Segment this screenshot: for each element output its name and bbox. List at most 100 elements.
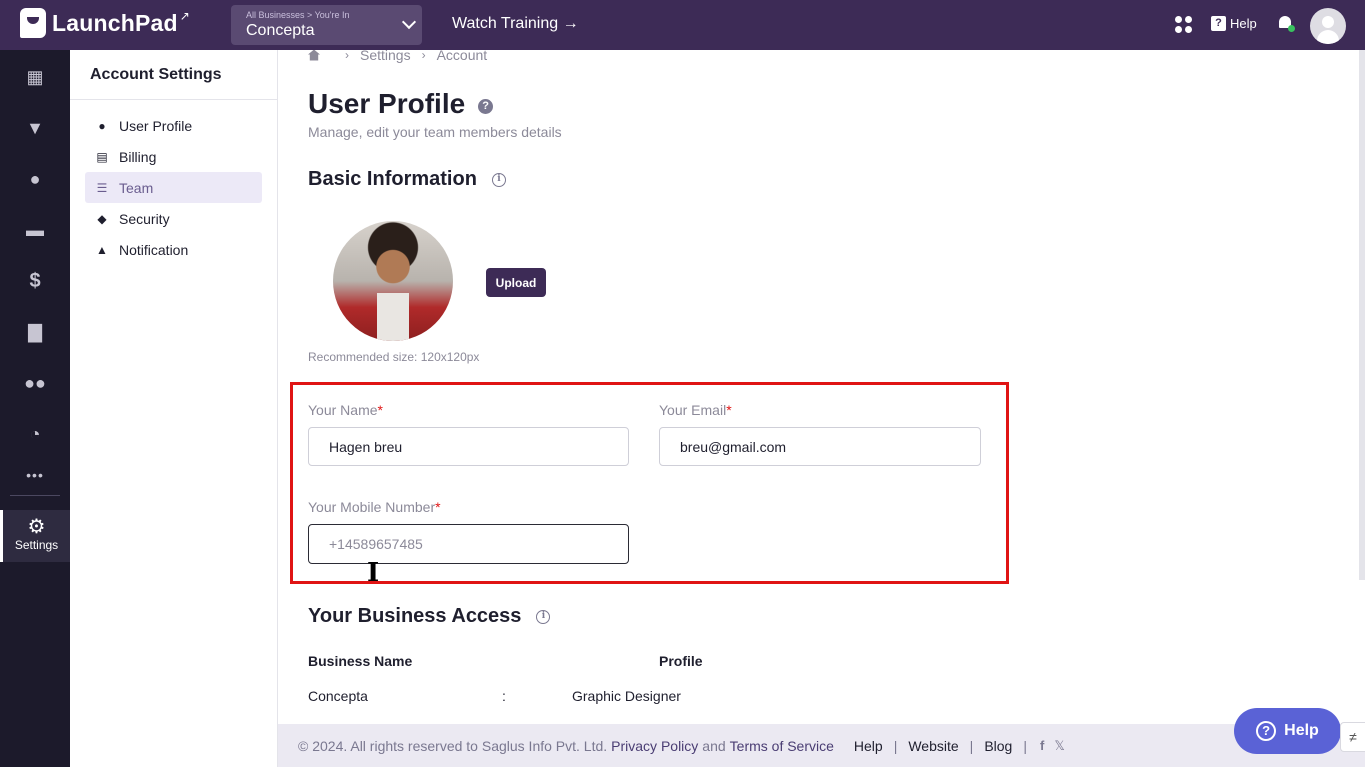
footer-and: and [702, 737, 726, 754]
col-business-name: Business Name [308, 653, 413, 669]
business-selector[interactable]: All Businesses > You're In Concepta [231, 5, 422, 45]
info-icon[interactable]: i [491, 172, 506, 187]
avatar[interactable] [1310, 8, 1346, 44]
business-access-heading: Your Business Access i [308, 605, 551, 628]
account-item-team[interactable]: ☰ Team [85, 172, 262, 203]
help-menu[interactable]: ? Help [1211, 16, 1257, 31]
launchpad-logo[interactable]: LaunchPad ↗ [20, 8, 190, 38]
required-mark: * [435, 499, 441, 515]
help-label: Help [1230, 16, 1257, 31]
brand-name: LaunchPad [52, 9, 178, 36]
main-content: › Settings › Account User Profile ? Mana… [278, 47, 1365, 724]
profile-cell: Graphic Designer [572, 688, 681, 704]
required-mark: * [726, 402, 732, 418]
profile-photo [333, 221, 453, 341]
account-item-user-profile[interactable]: ● User Profile [85, 110, 262, 141]
email-label-text: Your Email [659, 402, 727, 418]
account-item-label: Team [119, 179, 154, 196]
footer-pipe: | [969, 737, 974, 754]
required-mark: * [377, 402, 383, 418]
account-item-label: User Profile [119, 117, 193, 134]
account-item-billing[interactable]: ▤ Billing [85, 141, 262, 172]
notification-bell-icon[interactable] [1277, 14, 1295, 32]
account-item-label: Security [119, 210, 170, 227]
name-label-text: Your Name [308, 402, 378, 418]
footer-pipe: | [1023, 737, 1027, 754]
billing-icon: ▤ [96, 149, 108, 164]
account-settings-panel: Account Settings ● User Profile ▤ Billin… [70, 50, 278, 767]
mobile-label: Your Mobile Number* [308, 499, 441, 515]
business-name-cell: Concepta [308, 688, 368, 704]
gear-icon: ⚙ [27, 516, 46, 538]
account-item-security[interactable]: ◆ Security [85, 203, 262, 234]
page-title: User Profile ? [308, 88, 494, 120]
scrollbar[interactable] [1359, 50, 1365, 580]
dollar-icon[interactable]: $ [0, 256, 70, 306]
help-icon: ? [1211, 16, 1226, 31]
breadcrumb-settings[interactable]: Settings [360, 47, 411, 63]
footer-links: Help | Website | Blog | f 𝕏 [854, 738, 1065, 754]
name-field[interactable] [308, 427, 629, 466]
top-bar: LaunchPad ↗ All Businesses > You're In C… [0, 0, 1365, 50]
help-button[interactable]: ? Help [1234, 708, 1341, 754]
footer-website-link[interactable]: Website [908, 738, 958, 754]
page-subtitle: Manage, edit your team members details [308, 124, 562, 140]
recommended-size-note: Recommended size: 120x120px [308, 350, 480, 364]
col-profile: Profile [659, 653, 703, 669]
footer-help-link[interactable]: Help [854, 738, 883, 754]
team-icon: ☰ [96, 180, 108, 195]
help-circle-icon[interactable]: ? [478, 98, 494, 114]
privacy-policy-link[interactable]: Privacy Policy [611, 738, 698, 754]
footer-blog-link[interactable]: Blog [984, 738, 1012, 754]
footer: © 2024. All rights reserved to Saglus In… [278, 724, 1365, 767]
bell-icon: ▲ [96, 242, 108, 257]
apps-grid-icon[interactable] [1175, 16, 1193, 34]
rail-divider [10, 495, 60, 496]
globe-icon[interactable]: ● [0, 154, 70, 204]
name-label: Your Name* [308, 402, 383, 418]
text-cursor-icon: I [367, 558, 380, 588]
breadcrumb: › Settings › Account [308, 47, 487, 63]
account-item-label: Notification [119, 241, 189, 258]
account-item-label: Billing [119, 148, 157, 165]
users-icon[interactable]: ●● [0, 358, 70, 408]
mobile-number-field[interactable] [308, 524, 629, 564]
more-icon[interactable]: ••• [0, 450, 70, 500]
terms-link[interactable]: Terms of Service [730, 738, 834, 754]
page-title-text: User Profile [308, 88, 466, 119]
video-icon[interactable]: ▬ [0, 205, 70, 255]
basic-info-title: Basic Information [308, 168, 477, 190]
analytics-icon[interactable]: ▇ [0, 307, 70, 357]
breadcrumb-separator: › [421, 48, 426, 62]
x-icon[interactable]: 𝕏 [1054, 738, 1064, 754]
rail-settings[interactable]: ⚙ Settings [0, 510, 70, 562]
divider [70, 99, 277, 100]
email-field[interactable] [659, 427, 981, 466]
business-access-title: Your Business Access [308, 605, 522, 627]
basic-info-heading: Basic Information i [308, 168, 506, 191]
copyright-text: © 2024. All rights reserved to Saglus In… [298, 737, 608, 754]
shield-icon: ◆ [97, 211, 107, 226]
business-name: Concepta [246, 22, 315, 39]
logo-icon [20, 8, 46, 38]
dashboard-icon[interactable]: ▦ [0, 52, 70, 102]
mobile-label-text: Your Mobile Number [308, 499, 436, 515]
rail-settings-label: Settings [14, 538, 59, 552]
help-button-label: Help [1284, 722, 1319, 739]
upload-button[interactable]: Upload [486, 268, 546, 297]
breadcrumb-separator: › [345, 48, 349, 62]
home-icon[interactable] [308, 49, 320, 61]
account-settings-title: Account Settings [90, 66, 222, 83]
facebook-icon[interactable]: f [1040, 738, 1044, 753]
watch-training-link[interactable]: Watch Training → [452, 15, 579, 33]
rocket-icon: ↗ [179, 9, 190, 23]
business-crumb: All Businesses > You're In [246, 10, 350, 20]
collapse-tab-icon[interactable]: ≠ [1340, 722, 1365, 752]
footer-pipe: | [893, 737, 898, 754]
user-icon: ● [98, 118, 106, 133]
breadcrumb-account[interactable]: Account [437, 47, 488, 63]
info-icon[interactable]: i [536, 609, 551, 624]
funnel-icon[interactable]: ▼ [0, 103, 70, 153]
email-label: Your Email* [659, 402, 732, 418]
account-item-notification[interactable]: ▲ Notification [85, 234, 262, 265]
